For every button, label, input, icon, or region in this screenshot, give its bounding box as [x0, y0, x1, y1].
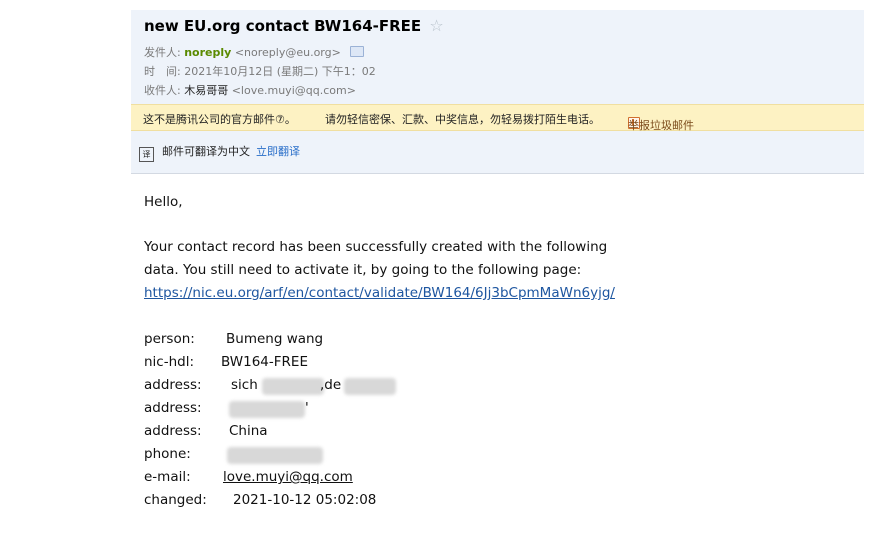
redaction-blur — [229, 401, 305, 418]
translate-icon: 译 — [139, 147, 154, 162]
translate-bar: 译邮件可翻译为中文 立即翻译 — [139, 143, 300, 162]
warning-official-text: 这不是腾讯公司的官方邮件⑦。 — [143, 113, 296, 126]
header-divider — [131, 173, 864, 174]
phone-label: phone: — [144, 446, 191, 462]
greeting: Hello, — [144, 194, 183, 210]
to-row: 收件人: 木易哥哥 <love.muyi@qq.com> — [144, 82, 356, 98]
report-spam-label: 举报垃圾邮件 — [628, 119, 694, 132]
address-value-1-part1: sich — [231, 377, 258, 393]
redaction-blur — [227, 447, 323, 464]
security-warning-bar: 这不是腾讯公司的官方邮件⑦。 请勿轻信密保、汇款、中奖信息，勿轻易拨打陌生电话。… — [131, 104, 864, 132]
redaction-blur — [262, 378, 324, 395]
recipient-address: <love.muyi@qq.com> — [231, 84, 356, 97]
sender-address: <noreply@eu.org> — [234, 46, 341, 59]
activation-link[interactable]: https://nic.eu.org/arf/en/contact/valida… — [144, 285, 615, 301]
time-value: 2021年10月12日 (星期二) 下午1：02 — [184, 65, 376, 78]
address-label-2: address: — [144, 400, 202, 416]
address-label-3: address: — [144, 423, 202, 439]
from-row: 发件人: noreply <noreply@eu.org> — [144, 44, 365, 60]
subject-text: new EU.org contact BW164-FREE — [144, 17, 422, 35]
nic-hdl-value: BW164-FREE — [221, 354, 308, 370]
changed-label: changed: — [144, 492, 207, 508]
email-link[interactable]: love.muyi@qq.com — [223, 469, 353, 485]
body-line-2: data. You still need to activate it, by … — [144, 262, 582, 278]
time-row: 时 间: 2021年10月12日 (星期二) 下午1：02 — [144, 63, 376, 79]
changed-value: 2021-10-12 05:02:08 — [233, 492, 377, 508]
body-line-1: Your contact record has been successfull… — [144, 239, 608, 255]
address-value-2-tail: ' — [305, 400, 309, 416]
address-label-1: address: — [144, 377, 202, 393]
person-label: person: — [144, 331, 195, 347]
person-value: Bumeng wang — [226, 331, 324, 347]
from-label: 发件人: — [144, 46, 181, 59]
translate-text: 邮件可翻译为中文 — [162, 145, 250, 158]
address-value-1-part2: ,de — [320, 377, 342, 393]
translate-now-link[interactable]: 立即翻译 — [256, 145, 300, 158]
address-value-3: China — [229, 423, 268, 439]
add-contact-icon[interactable] — [350, 46, 365, 57]
email-subject: new EU.org contact BW164-FREE ☆ — [144, 16, 444, 35]
email-label: e-mail: — [144, 469, 191, 485]
recipient-name[interactable]: 木易哥哥 — [184, 84, 228, 97]
warning-advice-text: 请勿轻信密保、汇款、中奖信息，勿轻易拨打陌生电话。 — [325, 113, 600, 126]
sender-name[interactable]: noreply — [184, 46, 231, 59]
nic-hdl-label: nic-hdl: — [144, 354, 195, 370]
star-icon[interactable]: ☆ — [429, 16, 443, 35]
to-label: 收件人: — [144, 84, 181, 97]
time-label: 时 间: — [144, 65, 181, 78]
redaction-blur — [344, 378, 396, 395]
